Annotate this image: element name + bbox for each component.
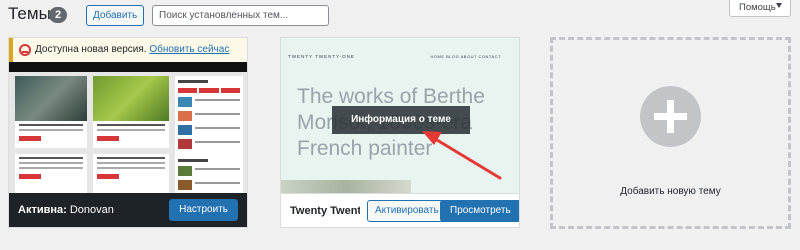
add-new-theme-card[interactable]: Добавить новую тему [550, 37, 791, 229]
activate-button[interactable]: Активировать [367, 200, 447, 222]
theme-name: Donovan [69, 204, 114, 216]
screenshot-post [93, 154, 169, 194]
update-now-link[interactable]: Обновить сейчас [149, 44, 229, 55]
theme-name: Twenty Twenty-One [290, 205, 360, 217]
screenshot-site-title: TWENTY TWENTY-ONE [288, 54, 355, 59]
screenshot-post [15, 76, 87, 148]
screenshot-post [93, 76, 169, 148]
screenshot-nav-bar [9, 62, 247, 72]
update-icon [19, 44, 31, 56]
chevron-down-icon [776, 3, 782, 8]
live-preview-button[interactable]: Просмотреть [440, 200, 519, 222]
search-input[interactable] [152, 5, 329, 26]
update-notice-text: Доступна новая версия. [35, 44, 147, 55]
customize-button[interactable]: Настроить [169, 199, 238, 221]
active-label: Активна: [18, 204, 67, 216]
screenshot-post [15, 154, 87, 194]
update-notice: Доступна новая версия. Обновить сейчас [9, 38, 247, 62]
add-new-theme-label: Добавить новую тему [620, 186, 721, 197]
theme-card-footer: Twenty Twenty-One Активировать Просмотре… [281, 193, 519, 227]
screenshot-menu: HOME BLOG ABOUT CONTACT [430, 54, 501, 59]
theme-card-donovan[interactable]: Доступна новая версия. Обновить сейчас А… [8, 37, 248, 228]
theme-card-footer: Активна: Donovan Настроить [9, 193, 247, 227]
help-tab[interactable]: Помощь [729, 0, 791, 17]
plus-icon [640, 86, 701, 147]
theme-screenshot[interactable]: TWENTY TWENTY-ONE HOME BLOG ABOUT CONTAC… [281, 38, 519, 200]
help-tab-label: Помощь [739, 2, 776, 13]
page-title: Темы [8, 4, 51, 23]
theme-details-overlay[interactable]: Информация о теме [332, 106, 470, 134]
add-theme-button[interactable]: Добавить [86, 5, 145, 26]
theme-count-badge: 2 [49, 7, 67, 23]
theme-card-twenty-twenty-one[interactable]: TWENTY TWENTY-ONE HOME BLOG ABOUT CONTAC… [280, 37, 520, 228]
